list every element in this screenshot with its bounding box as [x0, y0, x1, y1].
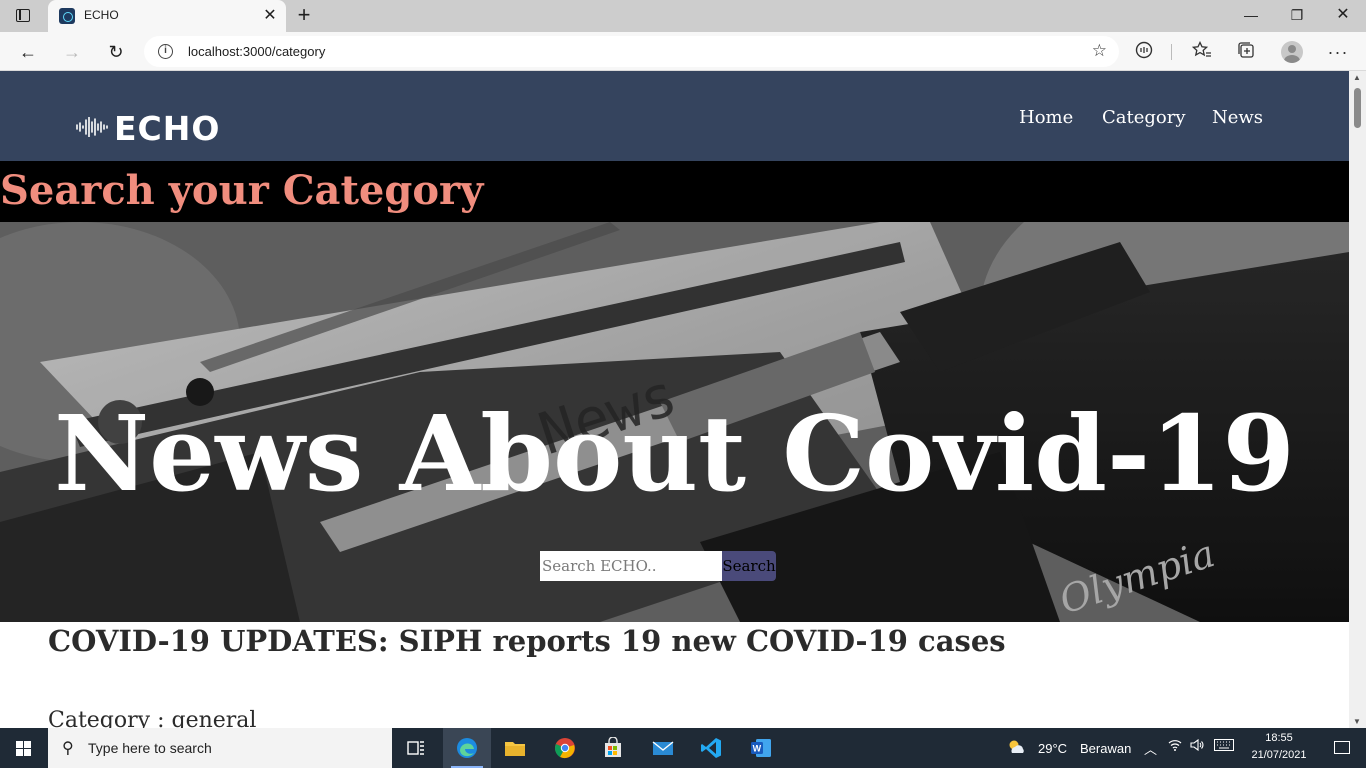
taskbar-search-box[interactable]: ⚲ Type here to search	[48, 728, 392, 768]
mail-app-icon[interactable]	[639, 728, 687, 768]
more-options-icon[interactable]: ···	[1327, 41, 1349, 63]
tab-actions-icon[interactable]	[12, 7, 36, 25]
toolbar-divider	[1171, 44, 1172, 60]
svg-text:W: W	[753, 744, 762, 754]
vscode-app-icon[interactable]	[687, 728, 735, 768]
back-button[interactable]: ←	[15, 39, 41, 65]
browser-tab[interactable]: ECHO ✕	[48, 0, 286, 32]
react-favicon-icon	[59, 8, 75, 24]
edge-app-icon[interactable]	[443, 728, 491, 768]
search-button[interactable]: Search	[722, 551, 776, 581]
chrome-app-icon[interactable]	[541, 728, 589, 768]
logo-text: ECHO	[114, 109, 221, 148]
nav-link-news[interactable]: News	[1212, 107, 1263, 128]
search-form: Search	[540, 551, 776, 581]
partly-cloudy-icon	[1009, 740, 1024, 753]
scroll-down-icon[interactable]: ▼	[1353, 717, 1361, 726]
hero-banner: News Olympia News About Covid-19 Search	[0, 222, 1349, 622]
keyboard-icon[interactable]	[1214, 739, 1234, 754]
clock-date: 21/07/2021	[1251, 749, 1307, 761]
add-favorite-icon[interactable]: ☆	[1092, 41, 1107, 61]
network-icon[interactable]	[1168, 739, 1182, 754]
hero-heading: News About Covid-19	[54, 392, 1295, 515]
page-scrollbar[interactable]: ▲ ▼	[1349, 71, 1366, 728]
scroll-up-icon[interactable]: ▲	[1353, 73, 1361, 82]
store-app-icon[interactable]	[589, 728, 637, 768]
taskbar-clock[interactable]: 18:55 21/07/2021	[1244, 728, 1314, 768]
file-explorer-icon[interactable]	[491, 728, 539, 768]
weather-condition: Berawan	[1080, 741, 1132, 756]
restore-button[interactable]: ❐	[1274, 0, 1320, 30]
page-title: Search your Category	[0, 167, 484, 214]
article-category: Category : general	[48, 708, 257, 728]
collections-icon[interactable]	[1235, 41, 1257, 63]
tab-close-icon[interactable]: ✕	[260, 6, 280, 26]
address-bar[interactable]: i localhost:3000/category ☆	[144, 36, 1119, 67]
forward-button[interactable]: →	[59, 39, 85, 65]
site-info-icon[interactable]: i	[158, 44, 173, 59]
search-title-band: Search your Category	[0, 161, 1349, 222]
notifications-icon[interactable]	[1318, 728, 1366, 768]
start-button[interactable]	[0, 728, 48, 768]
close-window-button[interactable]: ✕	[1320, 0, 1366, 30]
minimize-button[interactable]: —	[1228, 0, 1274, 30]
browser-tab-bar: ECHO ✕ + — ❐ ✕	[0, 0, 1366, 32]
read-aloud-icon[interactable]	[1133, 41, 1155, 63]
task-view-icon[interactable]	[392, 728, 440, 768]
address-toolbar: ← → ↻ i localhost:3000/category ☆ ···	[0, 32, 1366, 71]
volume-icon[interactable]	[1190, 738, 1204, 754]
scrollbar-thumb[interactable]	[1354, 88, 1361, 128]
word-app-icon[interactable]: W	[737, 728, 785, 768]
nav-link-category[interactable]: Category	[1102, 107, 1186, 128]
reload-button[interactable]: ↻	[103, 39, 129, 65]
search-icon: ⚲	[62, 740, 74, 757]
page-viewport: ECHO Home Category News Search your Cate…	[0, 71, 1349, 728]
windows-taskbar: ⚲ Type here to search W 29°C Berawan ︿ 1…	[0, 728, 1366, 768]
weather-temperature: 29°C	[1038, 741, 1068, 756]
url-text[interactable]: localhost:3000/category	[188, 44, 325, 59]
article-title[interactable]: COVID-19 UPDATES: SIPH reports 19 new CO…	[48, 624, 1006, 658]
weather-widget[interactable]: 29°C Berawan	[1004, 728, 1134, 768]
taskbar-search-placeholder: Type here to search	[88, 740, 212, 756]
system-tray: ︿	[1140, 728, 1240, 768]
tab-title: ECHO	[84, 8, 119, 22]
chevron-up-icon[interactable]: ︿	[1144, 739, 1157, 758]
favorites-icon[interactable]	[1191, 40, 1213, 63]
windows-logo-icon	[16, 741, 32, 756]
search-input[interactable]	[540, 551, 722, 581]
profile-avatar-icon[interactable]	[1281, 41, 1303, 63]
new-tab-button[interactable]: +	[292, 4, 316, 28]
nav-link-home[interactable]: Home	[1019, 107, 1073, 128]
site-header: ECHO Home Category News	[0, 71, 1349, 161]
clock-time: 18:55	[1265, 732, 1293, 744]
soundwave-icon	[76, 117, 108, 137]
